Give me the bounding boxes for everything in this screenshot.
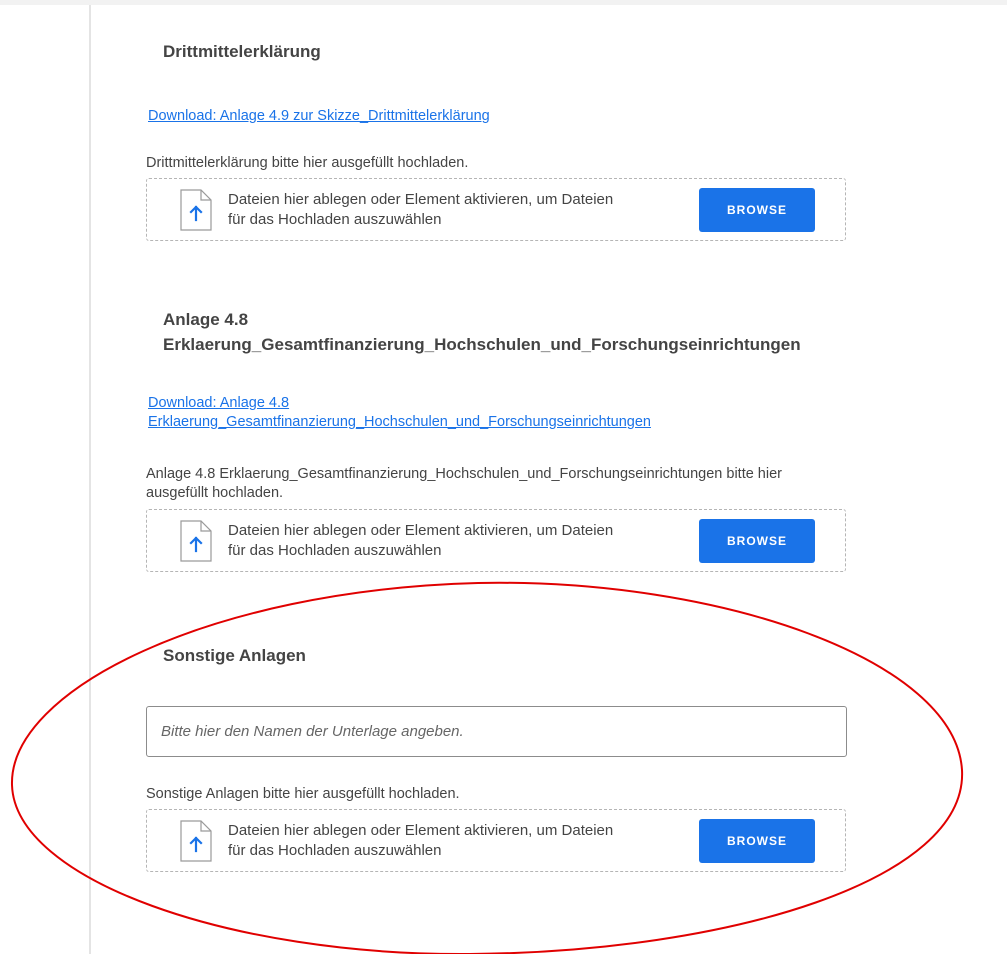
dropzone-drittmittelerklaerung[interactable]: Dateien hier ablegen oder Element aktivi… xyxy=(146,178,846,241)
upload-hint-anlage-4-8: Anlage 4.8 Erklaerung_Gesamtfinanzierung… xyxy=(146,466,782,501)
section-title-sonstige-anlagen: Sonstige Anlagen xyxy=(163,646,306,665)
document-name-input[interactable] xyxy=(146,706,847,757)
file-upload-icon xyxy=(180,820,212,862)
download-link-line2: Erklaerung_Gesamtfinanzierung_Hochschule… xyxy=(148,414,651,430)
download-link-drittmittelerklaerung[interactable]: Download: Anlage 4.9 zur Skizze_Drittmit… xyxy=(148,107,490,126)
file-upload-icon xyxy=(180,520,212,562)
dropzone-text: Dateien hier ablegen oder Element aktivi… xyxy=(228,522,614,559)
section-title-line1: Anlage 4.8 xyxy=(163,310,249,329)
browse-button[interactable]: BROWSE xyxy=(699,519,815,563)
section-title-line2: Erklaerung_Gesamtfinanzierung_Hochschule… xyxy=(163,335,801,354)
dropzone-anlage-4-8[interactable]: Dateien hier ablegen oder Element aktivi… xyxy=(146,509,846,572)
dropzone-text: Dateien hier ablegen oder Element aktivi… xyxy=(228,822,614,859)
upload-hint-sonstige-anlagen: Sonstige Anlagen bitte hier ausgefüllt h… xyxy=(146,786,460,802)
section-title-anlage-4-8: Anlage 4.8 Erklaerung_Gesamtfinanzierung… xyxy=(163,307,801,357)
upload-hint-drittmittelerklaerung: Drittmittelerklärung bitte hier ausgefül… xyxy=(146,155,469,171)
file-upload-icon xyxy=(180,189,212,231)
dropzone-text: Dateien hier ablegen oder Element aktivi… xyxy=(228,191,614,228)
download-link-line1: Download: Anlage 4.8 xyxy=(148,395,290,411)
main-content: Drittmittelerklärung Download: Anlage 4.… xyxy=(91,5,1007,954)
download-link-anlage-4-8[interactable]: Download: Anlage 4.8 Erklaerung_Gesamtfi… xyxy=(148,394,651,432)
dropzone-sonstige-anlagen[interactable]: Dateien hier ablegen oder Element aktivi… xyxy=(146,809,846,872)
browse-button[interactable]: BROWSE xyxy=(699,188,815,232)
left-gutter xyxy=(0,5,89,954)
browse-button[interactable]: BROWSE xyxy=(699,819,815,863)
section-title-drittmittelerklaerung: Drittmittelerklärung xyxy=(163,42,321,61)
